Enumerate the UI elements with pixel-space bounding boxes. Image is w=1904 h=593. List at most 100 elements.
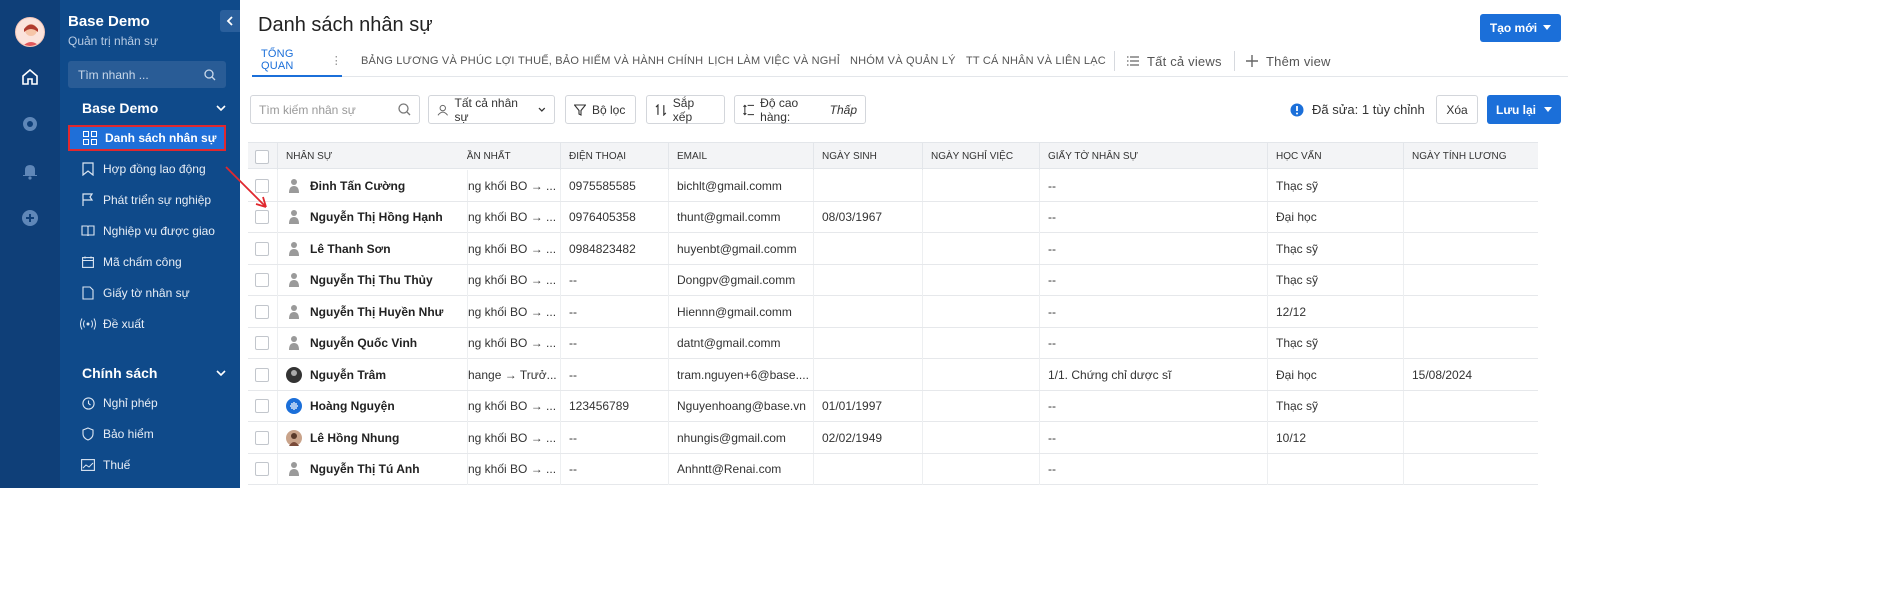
flag-icon <box>80 192 96 208</box>
cell-staff[interactable]: Nguyễn Trâm <box>277 359 467 390</box>
cell-salary-date <box>1403 264 1538 296</box>
sidebar-group-policy[interactable]: Chính sách <box>82 365 226 381</box>
row-checkbox[interactable] <box>255 273 269 287</box>
employee-name[interactable]: Nguyễn Thị Hồng Hạnh <box>310 210 443 224</box>
employee-name[interactable]: Nguyễn Thị Thu Thủy <box>310 273 433 287</box>
table-row[interactable]: Nguyễn Trâm hange → Trưở... -- tram.nguyen+… <box>248 359 1538 391</box>
header-education[interactable]: HỌC VẤN <box>1267 143 1403 170</box>
header-email[interactable]: EMAIL <box>668 143 813 170</box>
employee-name[interactable]: Lê Hồng Nhung <box>310 431 399 445</box>
add-view-button[interactable]: Thêm view <box>1246 45 1331 77</box>
sidebar-item-career[interactable]: Phát triển sự nghiệp <box>68 187 226 213</box>
cell-staff[interactable]: Lê Thanh Sơn <box>277 233 467 264</box>
table-row[interactable]: Nguyễn Thị Thu Thủy ng khối BO → ... -- Don… <box>248 264 1538 296</box>
row-checkbox[interactable] <box>255 430 269 445</box>
image-icon <box>80 457 96 473</box>
row-checkbox[interactable] <box>255 304 269 319</box>
header-quit-date[interactable]: NGÀY NGHỈ VIỆC <box>922 143 1039 170</box>
sidebar-group-base-demo[interactable]: Base Demo <box>82 100 226 116</box>
cell-staff[interactable]: Lê Hồng Nhung <box>277 422 467 453</box>
tab-schedule[interactable]: LỊCH LÀM VIỆC VÀ NGHỈ <box>708 45 840 77</box>
row-height-button[interactable]: Độ cao hàng: Thấp <box>734 95 866 124</box>
grid-icon <box>82 130 98 146</box>
bell-icon[interactable] <box>19 160 41 182</box>
save-button[interactable]: Lưu lại <box>1487 95 1561 124</box>
tab-groups[interactable]: NHÓM VÀ QUẢN LÝ <box>850 45 956 77</box>
cell-birthday <box>813 359 922 390</box>
header-phone[interactable]: ĐIỆN THOẠI <box>560 143 668 170</box>
tab-salary[interactable]: BẢNG LƯƠNG VÀ PHÚC LỢI <box>361 45 515 77</box>
cell-recent: ng khối BO → ... <box>467 453 560 485</box>
tab-personal[interactable]: TT CÁ NHÂN VÀ LIÊN LẠC <box>966 45 1106 77</box>
row-checkbox[interactable] <box>255 462 269 476</box>
staff-scope-dropdown[interactable]: Tất cả nhân sự <box>428 95 555 124</box>
employee-name[interactable]: Nguyễn Thị Huyền Như <box>310 305 443 319</box>
all-views-button[interactable]: Tất cả views <box>1127 45 1222 77</box>
employee-search-input[interactable]: Tìm kiếm nhân sự <box>250 95 420 124</box>
home-icon[interactable] <box>19 66 41 88</box>
cell-quit-date <box>922 264 1039 296</box>
row-checkbox[interactable] <box>255 241 269 256</box>
table-row[interactable]: Nguyễn Thị Tú Anh ng khối BO → ... -- Anhnt… <box>248 453 1538 485</box>
sidebar-item-tax[interactable]: Thuế <box>68 452 226 478</box>
cell-staff[interactable]: Hoàng Nguyện <box>277 390 467 422</box>
cell-staff[interactable]: Nguyễn Thị Huyền Như <box>277 296 467 327</box>
gear-icon[interactable] <box>19 113 41 135</box>
table-row[interactable]: Nguyễn Quốc Vinh ng khối BO → ... -- datnt@… <box>248 327 1538 359</box>
sidebar-item-employee-list[interactable]: Danh sách nhân sự <box>68 125 226 151</box>
more-vertical-icon[interactable]: ⋮ <box>331 54 342 67</box>
sidebar-item-timekeeping[interactable]: Mã chấm công <box>68 249 226 275</box>
cell-staff[interactable]: Nguyễn Thị Tú Anh <box>277 453 467 485</box>
employee-name[interactable]: Hoàng Nguyện <box>310 399 395 413</box>
cell-staff[interactable]: Đinh Tấn Cường <box>277 170 467 201</box>
select-all-checkbox[interactable] <box>255 149 269 164</box>
cell-staff[interactable]: Nguyễn Quốc Vinh <box>277 327 467 359</box>
cell-birthday <box>813 264 922 296</box>
row-select-cell <box>248 391 276 422</box>
header-staff[interactable]: NHÂN SỰ <box>277 143 467 170</box>
edited-text: Đã sửa: 1 tùy chỉnh <box>1312 102 1425 117</box>
table-row[interactable]: Nguyễn Thị Huyền Như ng khối BO → ... -- Hi… <box>248 296 1538 328</box>
sidebar-item-leave[interactable]: Nghỉ phép <box>68 390 226 416</box>
tab-tax-insurance[interactable]: THUẾ, BẢO HIỂM VÀ HÀNH CHÍNH <box>518 45 703 77</box>
cell-phone: -- <box>560 359 668 390</box>
employee-name[interactable]: Nguyễn Trâm <box>310 368 386 382</box>
add-circle-icon[interactable] <box>19 207 41 229</box>
table-row[interactable]: Nguyễn Thị Hồng Hạnh ng khối BO → ... 0976… <box>248 201 1538 233</box>
employee-name[interactable]: Nguyễn Thị Tú Anh <box>310 462 420 476</box>
sidebar-item-insurance[interactable]: Bảo hiểm <box>68 421 226 447</box>
sidebar-search-input[interactable]: Tìm nhanh ... <box>68 61 226 88</box>
header-salary-date[interactable]: NGÀY TÍNH LƯƠNG <box>1403 143 1538 170</box>
sidebar-item-assigned-tasks[interactable]: Nghiệp vụ được giao <box>68 218 226 244</box>
employee-name[interactable]: Lê Thanh Sơn <box>310 242 391 256</box>
table-row[interactable]: Hoàng Nguyện ng khối BO → ... 123456789 Ngu… <box>248 390 1538 422</box>
employee-name[interactable]: Nguyễn Quốc Vinh <box>310 336 417 350</box>
cell-documents: -- <box>1039 390 1267 422</box>
table-row[interactable]: Đinh Tấn Cường ng khối BO → ... 0975585585… <box>248 170 1538 202</box>
row-checkbox[interactable] <box>255 399 269 413</box>
employee-name[interactable]: Đinh Tấn Cường <box>310 179 405 193</box>
header-documents[interactable]: GIẤY TỜ NHÂN SỰ <box>1039 143 1267 170</box>
sidebar-item-proposal[interactable]: Đề xuất <box>68 311 226 337</box>
row-select-cell <box>248 328 276 359</box>
create-new-button[interactable]: Tạo mới <box>1480 14 1561 42</box>
sort-button[interactable]: Sắp xếp <box>646 95 725 124</box>
delete-button[interactable]: Xóa <box>1436 95 1478 124</box>
avatar <box>286 461 302 477</box>
collapse-sidebar-button[interactable] <box>220 10 240 32</box>
row-checkbox[interactable] <box>255 336 269 350</box>
row-checkbox[interactable] <box>255 367 269 382</box>
sidebar-item-labor-contract[interactable]: Hợp đồng lao động <box>68 156 226 182</box>
cell-staff[interactable]: Nguyễn Thị Hồng Hạnh <box>277 201 467 233</box>
cell-staff[interactable]: Nguyễn Thị Thu Thủy <box>277 264 467 296</box>
table-row[interactable]: Lê Thanh Sơn ng khối BO → ... 0984823482 hu… <box>248 233 1538 265</box>
filter-button[interactable]: Bộ lọc <box>565 95 636 124</box>
table-row[interactable]: Lê Hồng Nhung ng khối BO → ... -- nhungis@g… <box>248 422 1538 454</box>
cell-documents: -- <box>1039 233 1267 264</box>
user-avatar[interactable] <box>15 17 45 47</box>
tab-overview[interactable]: TỔNG QUAN ⋮ <box>252 45 342 77</box>
header-recent[interactable]: GẦN NHẤT <box>467 143 560 170</box>
sidebar-item-documents[interactable]: Giấy tờ nhân sự <box>68 280 226 306</box>
row-height-icon <box>743 104 755 115</box>
header-birthday[interactable]: NGÀY SINH <box>813 143 922 170</box>
